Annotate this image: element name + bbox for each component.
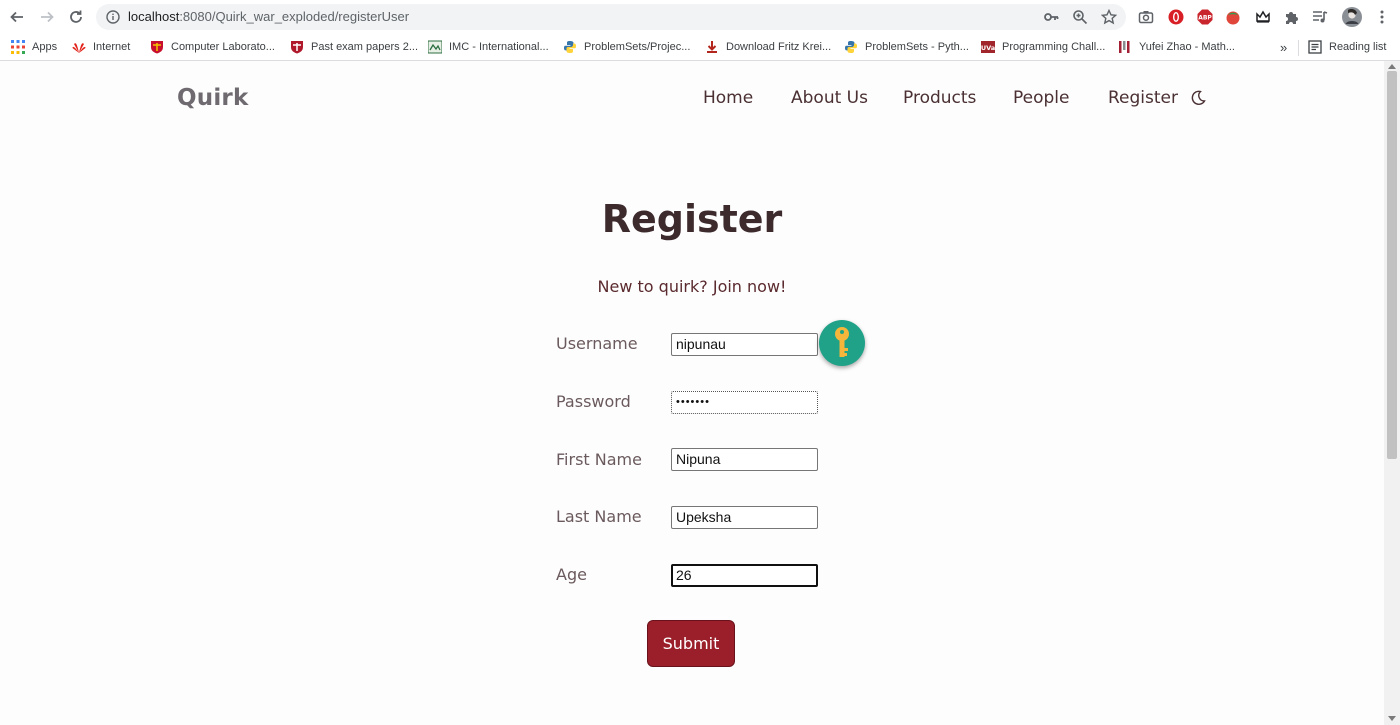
scroll-up-arrow-icon[interactable] bbox=[1388, 64, 1396, 69]
key-icon[interactable] bbox=[1042, 8, 1060, 26]
adblock-icon[interactable]: ABP bbox=[1196, 8, 1214, 26]
bookmark-computer-laboratory[interactable]: Computer Laborato... bbox=[150, 38, 275, 56]
nav-home[interactable]: Home bbox=[703, 88, 753, 108]
username-input[interactable]: nipunau bbox=[671, 333, 818, 356]
bookmark-label: Yufei Zhao - Math... bbox=[1139, 41, 1235, 53]
scrollbar-thumb[interactable] bbox=[1387, 71, 1397, 459]
bookmark-imc[interactable]: IMC - International... bbox=[428, 38, 549, 56]
bookmark-label: ProblemSets/Projec... bbox=[584, 41, 691, 53]
bookmark-yufei-zhao[interactable]: Yufei Zhao - Math... bbox=[1118, 38, 1235, 56]
bookmark-label: Apps bbox=[32, 41, 58, 53]
camera-icon[interactable] bbox=[1137, 8, 1155, 26]
last-name-label: Last Name bbox=[556, 507, 642, 526]
age-input[interactable]: 26 bbox=[671, 564, 818, 587]
password-input[interactable]: ••••••• bbox=[671, 391, 818, 414]
bookmark-download-fritz[interactable]: Download Fritz Krei... bbox=[705, 38, 831, 56]
svg-text:ABP: ABP bbox=[1198, 15, 1212, 22]
star-icon[interactable] bbox=[1100, 8, 1118, 26]
bookmark-label: Computer Laborato... bbox=[171, 41, 275, 53]
python-icon bbox=[564, 41, 576, 53]
tomato-extension-icon[interactable] bbox=[1224, 8, 1242, 26]
nav-people[interactable]: People bbox=[1013, 88, 1069, 108]
bookmark-label: Past exam papers 2... bbox=[311, 41, 418, 53]
imc-icon bbox=[428, 40, 442, 54]
python-icon bbox=[845, 41, 857, 53]
cambridge-crest-icon bbox=[291, 41, 303, 54]
bookmark-label: IMC - International... bbox=[449, 41, 549, 53]
svg-text:UVa: UVa bbox=[981, 44, 995, 52]
mit-icon bbox=[1119, 41, 1130, 53]
brand-logo[interactable]: Quirk bbox=[177, 85, 248, 111]
huawei-icon bbox=[72, 43, 86, 53]
bookmark-label: ProblemSets - Pyth... bbox=[865, 41, 969, 53]
crown-extension-icon[interactable] bbox=[1254, 8, 1272, 26]
first-name-label: First Name bbox=[556, 450, 642, 469]
scroll-down-arrow-icon[interactable] bbox=[1388, 716, 1396, 721]
bookmark-past-exam-papers[interactable]: Past exam papers 2... bbox=[290, 38, 418, 56]
profile-avatar[interactable] bbox=[1341, 6, 1363, 28]
reload-icon[interactable] bbox=[65, 6, 87, 28]
bookmark-internet[interactable]: Internet bbox=[72, 38, 130, 56]
page-subtitle: New to quirk? Join now! bbox=[597, 277, 787, 296]
bookmarks-bar: Apps Internet Computer Laborato... Past … bbox=[0, 34, 1400, 61]
bookmark-problemsets-project[interactable]: ProblemSets/Projec... bbox=[563, 38, 690, 56]
bookmark-label: Internet bbox=[93, 41, 131, 53]
opera-extension-icon[interactable] bbox=[1167, 8, 1185, 26]
url-text: localhost:8080/Quirk_war_exploded/regist… bbox=[128, 9, 410, 24]
password-label: Password bbox=[556, 392, 631, 411]
download-icon bbox=[707, 41, 717, 53]
nav-register[interactable]: Register bbox=[1108, 88, 1178, 108]
password-manager-key-icon[interactable] bbox=[819, 320, 865, 366]
username-label: Username bbox=[556, 334, 638, 353]
back-arrow-icon[interactable] bbox=[6, 6, 28, 28]
apps-grid-icon bbox=[11, 40, 25, 54]
reading-list-button[interactable]: Reading list bbox=[1308, 38, 1386, 56]
bookmark-programming-challenges[interactable]: UVa Programming Chall... bbox=[981, 38, 1105, 56]
nav-products[interactable]: Products bbox=[903, 88, 976, 108]
page-content: Quirk Home About Us Products People Regi… bbox=[0, 61, 1384, 725]
page-scrollbar[interactable] bbox=[1384, 61, 1400, 725]
zoom-icon[interactable] bbox=[1071, 8, 1089, 26]
first-name-input[interactable]: Nipuna bbox=[671, 448, 818, 471]
page-title: Register bbox=[601, 197, 783, 241]
reading-list-label: Reading list bbox=[1329, 41, 1387, 53]
puzzle-extensions-icon[interactable] bbox=[1283, 8, 1301, 26]
bookmark-label: Download Fritz Krei... bbox=[726, 41, 832, 53]
reading-list-icon bbox=[1308, 40, 1322, 54]
info-icon[interactable] bbox=[106, 10, 120, 24]
nav-about-us[interactable]: About Us bbox=[791, 88, 868, 108]
last-name-input[interactable]: Upeksha bbox=[671, 506, 818, 529]
bookmark-problemsets-python[interactable]: ProblemSets - Pyth... bbox=[844, 38, 969, 56]
cambridge-crest-icon bbox=[151, 41, 163, 54]
bookmark-apps[interactable]: Apps bbox=[11, 38, 57, 56]
media-queue-icon[interactable] bbox=[1311, 8, 1329, 26]
bookmark-label: Programming Chall... bbox=[1002, 41, 1106, 53]
age-label: Age bbox=[556, 565, 587, 584]
more-vert-icon[interactable] bbox=[1373, 8, 1391, 26]
submit-button[interactable]: Submit bbox=[647, 620, 735, 667]
browser-toolbar: localhost:8080/Quirk_war_exploded/regist… bbox=[0, 0, 1400, 34]
bookmarks-divider bbox=[1298, 40, 1299, 56]
uva-icon: UVa bbox=[981, 41, 995, 53]
bookmarks-overflow-chevron-icon[interactable]: » bbox=[1280, 38, 1287, 56]
forward-arrow-icon[interactable] bbox=[36, 6, 58, 28]
address-bar[interactable]: localhost:8080/Quirk_war_exploded/regist… bbox=[96, 4, 1126, 30]
moon-icon[interactable] bbox=[1189, 89, 1207, 107]
